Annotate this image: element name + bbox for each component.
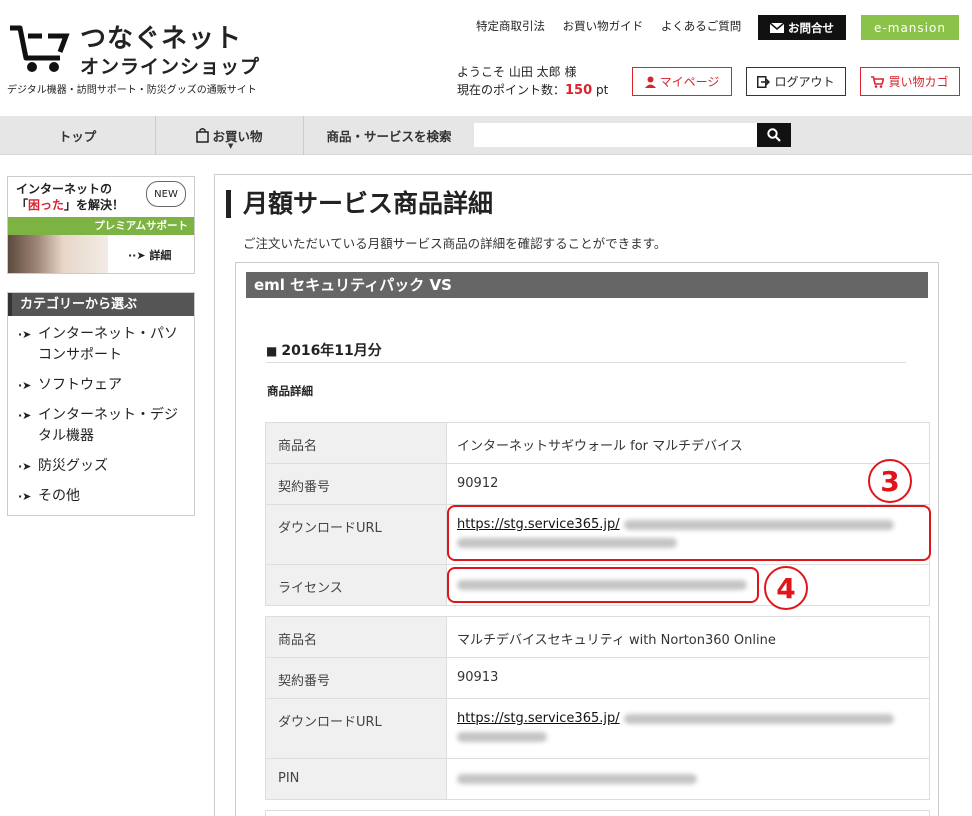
row-value: 90912: [446, 463, 930, 505]
arrow-icon: ·➤: [18, 490, 32, 503]
brand-tagline: デジタル機器・訪問サポート・防災グッズの通販サイト: [7, 85, 257, 96]
category-item[interactable]: ·➤ インターネット・パソコンサポート: [18, 324, 186, 366]
logout-button[interactable]: ログアウト: [746, 67, 846, 96]
page-title: 月額サービス商品詳細: [226, 190, 493, 218]
product-table-2: 商品名 マルチデバイスセキュリティ with Norton360 Online …: [265, 616, 930, 800]
row-key: 商品名: [265, 616, 447, 658]
row-value: https://stg.service365.jp/: [446, 698, 930, 759]
category-item[interactable]: ·➤ その他: [18, 486, 186, 507]
mypage-button[interactable]: マイページ: [632, 67, 732, 96]
row-value: マルチデバイスセキュリティ with Norton360 Online: [446, 616, 930, 658]
search-label: 商品・サービスを検索: [326, 129, 452, 144]
section-title: eml セキュリティパック VS: [246, 272, 928, 298]
cart-label: 買い物カゴ: [888, 75, 949, 89]
user-icon: [644, 76, 656, 88]
row-key: 商品名: [265, 422, 447, 464]
nav-shopping[interactable]: お買い物 ▼: [156, 116, 304, 155]
new-badge: NEW: [146, 181, 186, 207]
cart-icon: [871, 75, 885, 88]
row-value: 90913: [446, 657, 930, 699]
search-icon: [767, 128, 781, 142]
page-description: ご注文いただいている月額サービス商品の詳細を確認することができます。: [243, 236, 667, 251]
category-item[interactable]: ·➤ インターネット・デジタル機器: [18, 405, 186, 447]
category-list: ·➤ インターネット・パソコンサポート ·➤ ソフトウェア ·➤ インターネット・デジ…: [8, 316, 194, 507]
category-box: カテゴリーから選ぶ ·➤ インターネット・パソコンサポート ·➤ ソフトウェア ·➤…: [7, 292, 195, 516]
header-links: 特定商取引法 お買い物ガイド よくあるご質問: [476, 18, 755, 34]
banner-text: インターネットの 「困った」を解決！: [16, 181, 124, 213]
contact-button[interactable]: お問合せ: [758, 15, 846, 40]
shopping-bag-icon: [196, 128, 210, 143]
arrow-icon: ··➤: [128, 249, 150, 262]
points-unit: pt: [595, 83, 609, 97]
square-bullet-icon: ■: [266, 344, 278, 358]
annotation-number-3: 3: [868, 459, 912, 503]
download-url-link[interactable]: https://stg.service365.jp/: [457, 711, 620, 726]
category-heading: カテゴリーから選ぶ: [8, 293, 194, 316]
row-key: 契約番号: [265, 657, 447, 699]
banner-detail-link[interactable]: ··➤ 詳細: [128, 247, 171, 263]
table-row: 契約番号 90913: [265, 657, 930, 699]
row-key: 契約番号: [265, 463, 447, 505]
arrow-icon: ·➤: [18, 328, 32, 341]
greeting: ようこそ 山田 太郎 様: [457, 65, 577, 79]
search-input[interactable]: [474, 123, 757, 147]
category-item[interactable]: ·➤ 防災グッズ: [18, 456, 186, 477]
banner-line1: インターネットの: [16, 182, 113, 196]
emansion-button[interactable]: e-mansion: [861, 15, 959, 40]
nav-top[interactable]: トップ: [0, 116, 156, 155]
cart-logo-icon: [10, 25, 70, 72]
row-key: ダウンロードURL: [265, 504, 447, 565]
banner-line2: 「困った」を解決！: [16, 198, 125, 212]
points-prefix: 現在のポイント数：: [457, 83, 566, 97]
points-value: 150: [565, 83, 593, 98]
banner-strip: プレミアムサポート: [8, 217, 194, 235]
table-row: PIN: [265, 758, 930, 800]
detail-label: 商品詳細: [267, 384, 313, 398]
points-line: 現在のポイント数：150 pt: [457, 81, 608, 100]
annotation-box-license: [447, 567, 759, 603]
contact-label: お問合せ: [788, 20, 834, 35]
table-row: 契約番号 90912: [265, 463, 930, 505]
brand-sub: オンラインショップ: [80, 56, 261, 78]
link-guide[interactable]: お買い物ガイド: [563, 19, 644, 33]
table-row: ダウンロードURL https://stg.service365.jp/: [265, 698, 930, 759]
row-value: [446, 758, 930, 800]
next-product-table-edge: [265, 810, 930, 816]
row-key: ダウンロードURL: [265, 698, 447, 759]
redacted-url-part: [623, 713, 894, 724]
support-staff-image: [8, 235, 108, 273]
caret-down-icon: ▼: [228, 142, 234, 150]
arrow-icon: ·➤: [18, 409, 32, 422]
month-heading: ■ 2016年11月分: [266, 340, 906, 363]
mypage-label: マイページ: [659, 75, 720, 89]
premium-support-banner[interactable]: インターネットの 「困った」を解決！ NEW プレミアムサポート ··➤ 詳細: [7, 176, 195, 274]
logout-icon: [757, 75, 771, 88]
table-row: 商品名 インターネットサギウォール for マルチデバイス: [265, 422, 930, 464]
row-value: インターネットサギウォール for マルチデバイス: [446, 422, 930, 464]
link-tokushoho[interactable]: 特定商取引法: [476, 19, 545, 33]
arrow-icon: ·➤: [18, 460, 32, 473]
redacted-url-part: [457, 732, 547, 742]
redacted-pin: [457, 773, 697, 784]
table-row: 商品名 マルチデバイスセキュリティ with Norton360 Online: [265, 616, 930, 658]
nav-shopping-label: お買い物: [212, 129, 263, 144]
cart-button[interactable]: 買い物カゴ: [860, 67, 960, 96]
logout-label: ログアウト: [774, 75, 835, 89]
arrow-icon: ·➤: [18, 379, 32, 392]
link-faq[interactable]: よくあるご質問: [661, 19, 742, 33]
brand-name: つなぐネット: [80, 24, 243, 54]
global-nav: トップ お買い物 ▼ 商品・サービスを検索: [0, 116, 972, 155]
search-button[interactable]: [757, 123, 791, 147]
row-key: PIN: [265, 758, 447, 800]
category-item[interactable]: ·➤ ソフトウェア: [18, 375, 186, 396]
welcome-text: ようこそ 山田 太郎 様 現在のポイント数：150 pt: [457, 63, 608, 100]
annotation-number-4: 4: [764, 566, 808, 610]
row-key: ライセンス: [265, 564, 447, 606]
annotation-box-download-url: [447, 505, 931, 561]
mail-icon: [770, 22, 784, 33]
